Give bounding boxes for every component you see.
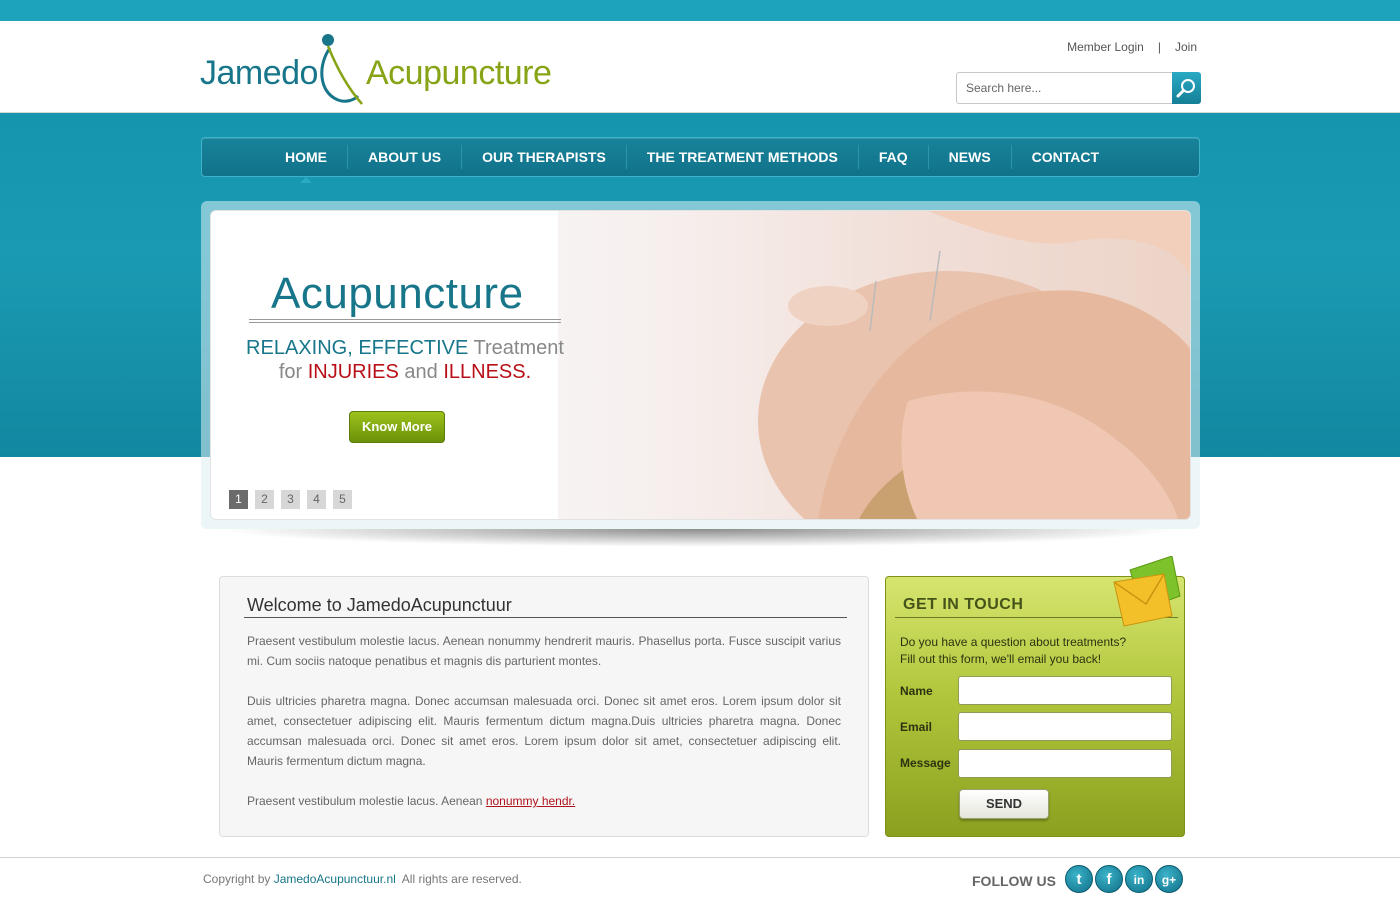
- search-input[interactable]: [956, 72, 1173, 104]
- copyright-suffix: All rights are reserved.: [395, 872, 522, 886]
- welcome-paragraph-2: Duis ultricies pharetra magna. Donec acc…: [247, 694, 841, 768]
- nav-faq[interactable]: FAQ: [857, 145, 928, 169]
- slide-page-3[interactable]: 3: [281, 490, 300, 509]
- slide-page-4[interactable]: 4: [307, 490, 326, 509]
- acupuncture-photo-image: [758, 211, 1190, 519]
- hero-slider: Acupuncture RELAXING, EFFECTIVE Treatmen…: [210, 210, 1191, 520]
- envelope-icon: [1113, 556, 1181, 627]
- search-icon: [1176, 79, 1195, 98]
- linkedin-icon[interactable]: in: [1125, 865, 1153, 893]
- hero-photo: [558, 211, 1190, 519]
- hero-title-rule-2: [249, 322, 561, 323]
- tag-illness: ILLNESS.: [443, 361, 532, 383]
- welcome-paragraph-3-text: Praesent vestibulum molestie lacus. Aene…: [247, 794, 486, 808]
- hero-tagline-line2: for INJURIES and ILLNESS.: [211, 361, 599, 384]
- tag-effective: EFFECTIVE: [358, 337, 469, 359]
- name-label: Name: [900, 684, 933, 698]
- top-strip: [0, 0, 1400, 21]
- top-links-separator: |: [1157, 40, 1161, 54]
- tag-comma: ,: [347, 337, 359, 359]
- slider-pager: 1 2 3 4 5: [229, 490, 352, 509]
- nav-home[interactable]: HOME: [265, 145, 347, 183]
- tag-and: and: [398, 361, 444, 383]
- copyright: Copyright by JamedoAcupunctuur.nl All ri…: [203, 872, 522, 886]
- facebook-icon[interactable]: f: [1095, 865, 1123, 893]
- contact-question-line1: Do you have a question about treatments?: [900, 635, 1127, 649]
- contact-question-line2: Fill out this form, we'll email you back…: [900, 652, 1102, 666]
- main-nav: HOME ABOUT US OUR THERAPISTS THE TREATME…: [201, 137, 1200, 183]
- welcome-title: Welcome to JamedoAcupunctuur: [247, 595, 512, 615]
- follow-us-label: FOLLOW US: [972, 873, 1056, 889]
- hero-tagline-line1: RELAXING, EFFECTIVE Treatment: [211, 337, 599, 360]
- google-plus-icon[interactable]: g+: [1155, 865, 1183, 893]
- welcome-divider: [244, 617, 847, 618]
- contact-title: GET IN TOUCH: [903, 596, 1024, 613]
- know-more-button[interactable]: Know More: [349, 411, 445, 443]
- nav-contact[interactable]: CONTACT: [1010, 145, 1119, 169]
- copyright-prefix: Copyright by: [203, 872, 274, 886]
- search-box: [956, 72, 1201, 104]
- email-label: Email: [900, 720, 933, 734]
- search-button[interactable]: [1172, 72, 1201, 104]
- read-more-link[interactable]: nonummy hendr.: [486, 794, 575, 808]
- slide-page-2[interactable]: 2: [255, 490, 274, 509]
- join-link[interactable]: Join: [1175, 40, 1197, 54]
- hero-title-rule: [249, 319, 561, 320]
- tag-injuries: INJURIES: [307, 361, 399, 383]
- contact-question: Do you have a question about treatments?…: [900, 634, 1126, 668]
- logo-word-acupuncture: Acupuncture: [366, 54, 552, 92]
- welcome-paragraph-3: Praesent vestibulum molestie lacus. Aene…: [247, 791, 841, 811]
- tag-for: for: [278, 361, 308, 383]
- copyright-site-link[interactable]: JamedoAcupunctuur.nl: [274, 872, 396, 886]
- hero-title: Acupuncture: [271, 269, 524, 318]
- twitter-icon[interactable]: t: [1065, 865, 1093, 893]
- message-label: Message: [900, 756, 951, 770]
- footer: Copyright by JamedoAcupunctuur.nl All ri…: [0, 857, 1400, 921]
- message-field[interactable]: [958, 749, 1172, 778]
- member-login-link[interactable]: Member Login: [1067, 40, 1144, 54]
- top-links: Member Login | Join: [1067, 40, 1197, 54]
- welcome-panel: Welcome to JamedoAcupunctuur Praesent ve…: [219, 576, 869, 837]
- social-icons: t f in g+: [1065, 865, 1183, 893]
- logo-needle-icon: [320, 34, 363, 105]
- nav-our-therapists[interactable]: OUR THERAPISTS: [461, 145, 626, 169]
- slide-page-5[interactable]: 5: [333, 490, 352, 509]
- slider-shadow: [215, 529, 1185, 547]
- nav-news[interactable]: NEWS: [927, 145, 1011, 169]
- tag-relaxing: RELAXING: [246, 337, 348, 359]
- site-logo[interactable]: Jamedo Acupuncture: [200, 30, 560, 108]
- slide-page-1[interactable]: 1: [229, 490, 248, 509]
- nav-about-us[interactable]: ABOUT US: [347, 145, 461, 169]
- welcome-paragraph-1: Praesent vestibulum molestie lacus. Aene…: [247, 634, 841, 668]
- tag-treatment: Treatment: [468, 337, 564, 359]
- name-field[interactable]: [958, 676, 1172, 705]
- logo-word-jamedo: Jamedo: [200, 54, 318, 92]
- email-field[interactable]: [958, 712, 1172, 741]
- nav-treatment-methods[interactable]: THE TREATMENT METHODS: [625, 145, 858, 169]
- send-button[interactable]: SEND: [959, 789, 1049, 819]
